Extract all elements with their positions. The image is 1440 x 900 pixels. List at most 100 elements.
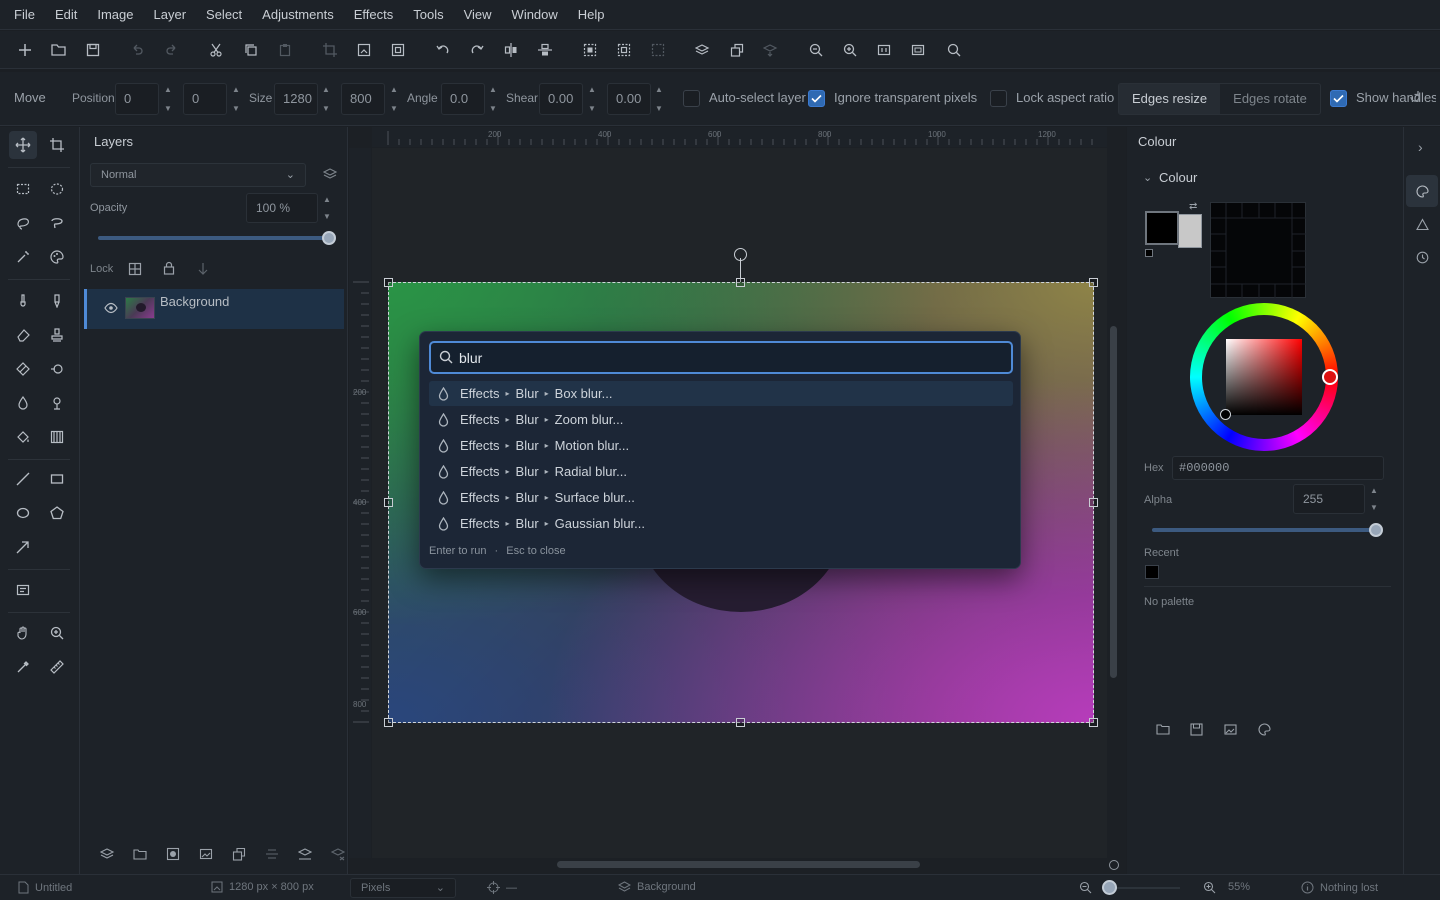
command-result[interactable]: Effects ▸ Blur ▸ Radial blur... [429,459,1013,484]
resize-handle-s[interactable] [736,718,745,727]
ruler-tool-icon[interactable] [43,653,71,681]
adjustments-tab-icon[interactable] [1416,218,1429,231]
shear-y-stepper[interactable]: ▲ ▼ [653,85,665,113]
shear-y-field[interactable]: 0.00 [607,83,651,115]
save-icon[interactable] [83,40,103,60]
open-folder-icon[interactable] [49,40,69,60]
zoom-out-icon[interactable] [1079,881,1092,894]
position-y-stepper[interactable]: ▲ ▼ [230,85,242,113]
palette-icon[interactable] [1258,723,1271,736]
deselect-icon[interactable] [648,40,668,60]
arrow-tool-icon[interactable] [9,533,37,561]
magic-wand-icon[interactable] [9,243,37,271]
resize-handle-se[interactable] [1089,718,1098,727]
collapse-panel-icon[interactable]: › [1418,139,1423,155]
show-handles-label[interactable]: Show handles [1356,90,1436,105]
resize-image-icon[interactable] [354,40,374,60]
rectangle-select-icon[interactable] [9,175,37,203]
primary-color-swatch[interactable] [1145,211,1179,245]
layer-mask-icon[interactable] [166,847,180,861]
import-layer-icon[interactable] [133,847,147,861]
copy-icon[interactable] [241,40,261,60]
resize-handle-n[interactable] [736,278,745,287]
chevron-down-icon[interactable]: ⌄ [1143,171,1152,184]
opacity-stepper[interactable]: ▲ ▼ [321,195,333,221]
rotate-cw-icon[interactable] [467,40,487,60]
colour-section-title[interactable]: Colour [1159,170,1197,185]
auto-select-layer-checkbox[interactable] [683,90,700,107]
zoom-slider-track[interactable] [1108,887,1180,889]
menu-tools[interactable]: Tools [403,0,453,30]
menu-window[interactable]: Window [502,0,568,30]
lock-transparency-icon[interactable] [128,262,142,276]
merge-down-icon[interactable] [298,847,312,861]
menu-view[interactable]: View [454,0,502,30]
opacity-field[interactable]: 100 % [246,193,318,223]
rectangle-tool-icon[interactable] [43,465,71,493]
position-y-field[interactable]: 0 [183,83,227,115]
zoom-fit-icon[interactable] [874,40,894,60]
palette-from-image-icon[interactable] [1224,723,1237,736]
lock-aspect-label[interactable]: Lock aspect ratio [1016,90,1114,105]
edges-resize-button[interactable]: Edges resize [1119,84,1221,114]
menu-effects[interactable]: Effects [344,0,404,30]
zoom-tool-icon[interactable] [43,619,71,647]
fill-pattern-icon[interactable] [43,423,71,451]
eyedropper-icon[interactable] [9,653,37,681]
zoom-in-icon[interactable] [1203,881,1216,894]
actual-size-icon[interactable] [908,40,928,60]
ignore-transparent-label[interactable]: Ignore transparent pixels [834,90,977,105]
undo-disabled-icon[interactable] [127,40,147,60]
cut-icon[interactable] [206,40,226,60]
vertical-scrollbar[interactable] [1110,326,1117,678]
lasso-select-icon[interactable] [9,209,37,237]
shear-x-stepper[interactable]: ▲ ▼ [586,85,598,113]
reset-icon[interactable] [1408,90,1422,104]
lock-aspect-checkbox[interactable] [990,90,1007,107]
rotate-ccw-icon[interactable] [433,40,453,60]
resize-handle-e[interactable] [1089,498,1098,507]
polygon-tool-icon[interactable] [43,499,71,527]
command-search-box[interactable] [429,341,1013,374]
brush-tool-icon[interactable] [9,287,37,315]
eraser-tool-icon[interactable] [9,321,37,349]
angle-field[interactable]: 0.0 [441,83,485,115]
saturation-value-square[interactable] [1226,339,1302,415]
command-result[interactable]: Effects ▸ Blur ▸ Gaussian blur... [429,511,1013,536]
blend-mode-select[interactable]: Normal ⌄ [90,163,306,187]
resize-handle-ne[interactable] [1089,278,1098,287]
alpha-stepper[interactable]: ▲ ▼ [1368,486,1380,512]
duplicate-layer-icon[interactable] [232,847,246,861]
history-tab-clock-icon[interactable] [1416,251,1429,264]
new-layer-icon[interactable] [100,847,115,861]
crop-tool-icon[interactable] [43,131,71,159]
lock-position-icon[interactable] [196,262,210,276]
edges-rotate-button[interactable]: Edges rotate [1220,84,1320,114]
angle-stepper[interactable]: ▲ ▼ [487,85,499,113]
hue-picker-knob[interactable] [1322,369,1338,385]
merge-layer-icon[interactable] [761,40,781,60]
color-picker-palette-icon[interactable] [43,243,71,271]
open-palette-icon[interactable] [1156,723,1170,735]
magic-lasso-icon[interactable] [43,209,71,237]
save-palette-icon[interactable] [1190,723,1203,736]
menu-help[interactable]: Help [568,0,615,30]
flip-horizontal-icon[interactable] [501,40,521,60]
width-stepper[interactable]: ▲ ▼ [320,85,332,113]
select-all-icon[interactable] [580,40,600,60]
command-result[interactable]: Effects ▸ Blur ▸ Box blur... [429,381,1013,406]
pin-tool-icon[interactable] [43,389,71,417]
horizontal-scrollbar[interactable] [557,861,920,868]
position-x-field[interactable]: 0 [115,83,159,115]
zoom-slider-knob[interactable] [1102,880,1117,895]
command-result[interactable]: Effects ▸ Blur ▸ Motion blur... [429,433,1013,458]
show-handles-checkbox[interactable] [1330,90,1347,107]
invert-selection-icon[interactable] [614,40,634,60]
swatch-grid[interactable] [1210,202,1307,299]
move-tool-icon[interactable] [9,131,37,159]
resize-handle-nw[interactable] [384,278,393,287]
color-picker-knob[interactable] [1220,409,1231,420]
layer-row[interactable]: Background [84,289,344,329]
hex-input[interactable]: #000000 [1172,456,1384,480]
flip-vertical-icon[interactable] [535,40,555,60]
